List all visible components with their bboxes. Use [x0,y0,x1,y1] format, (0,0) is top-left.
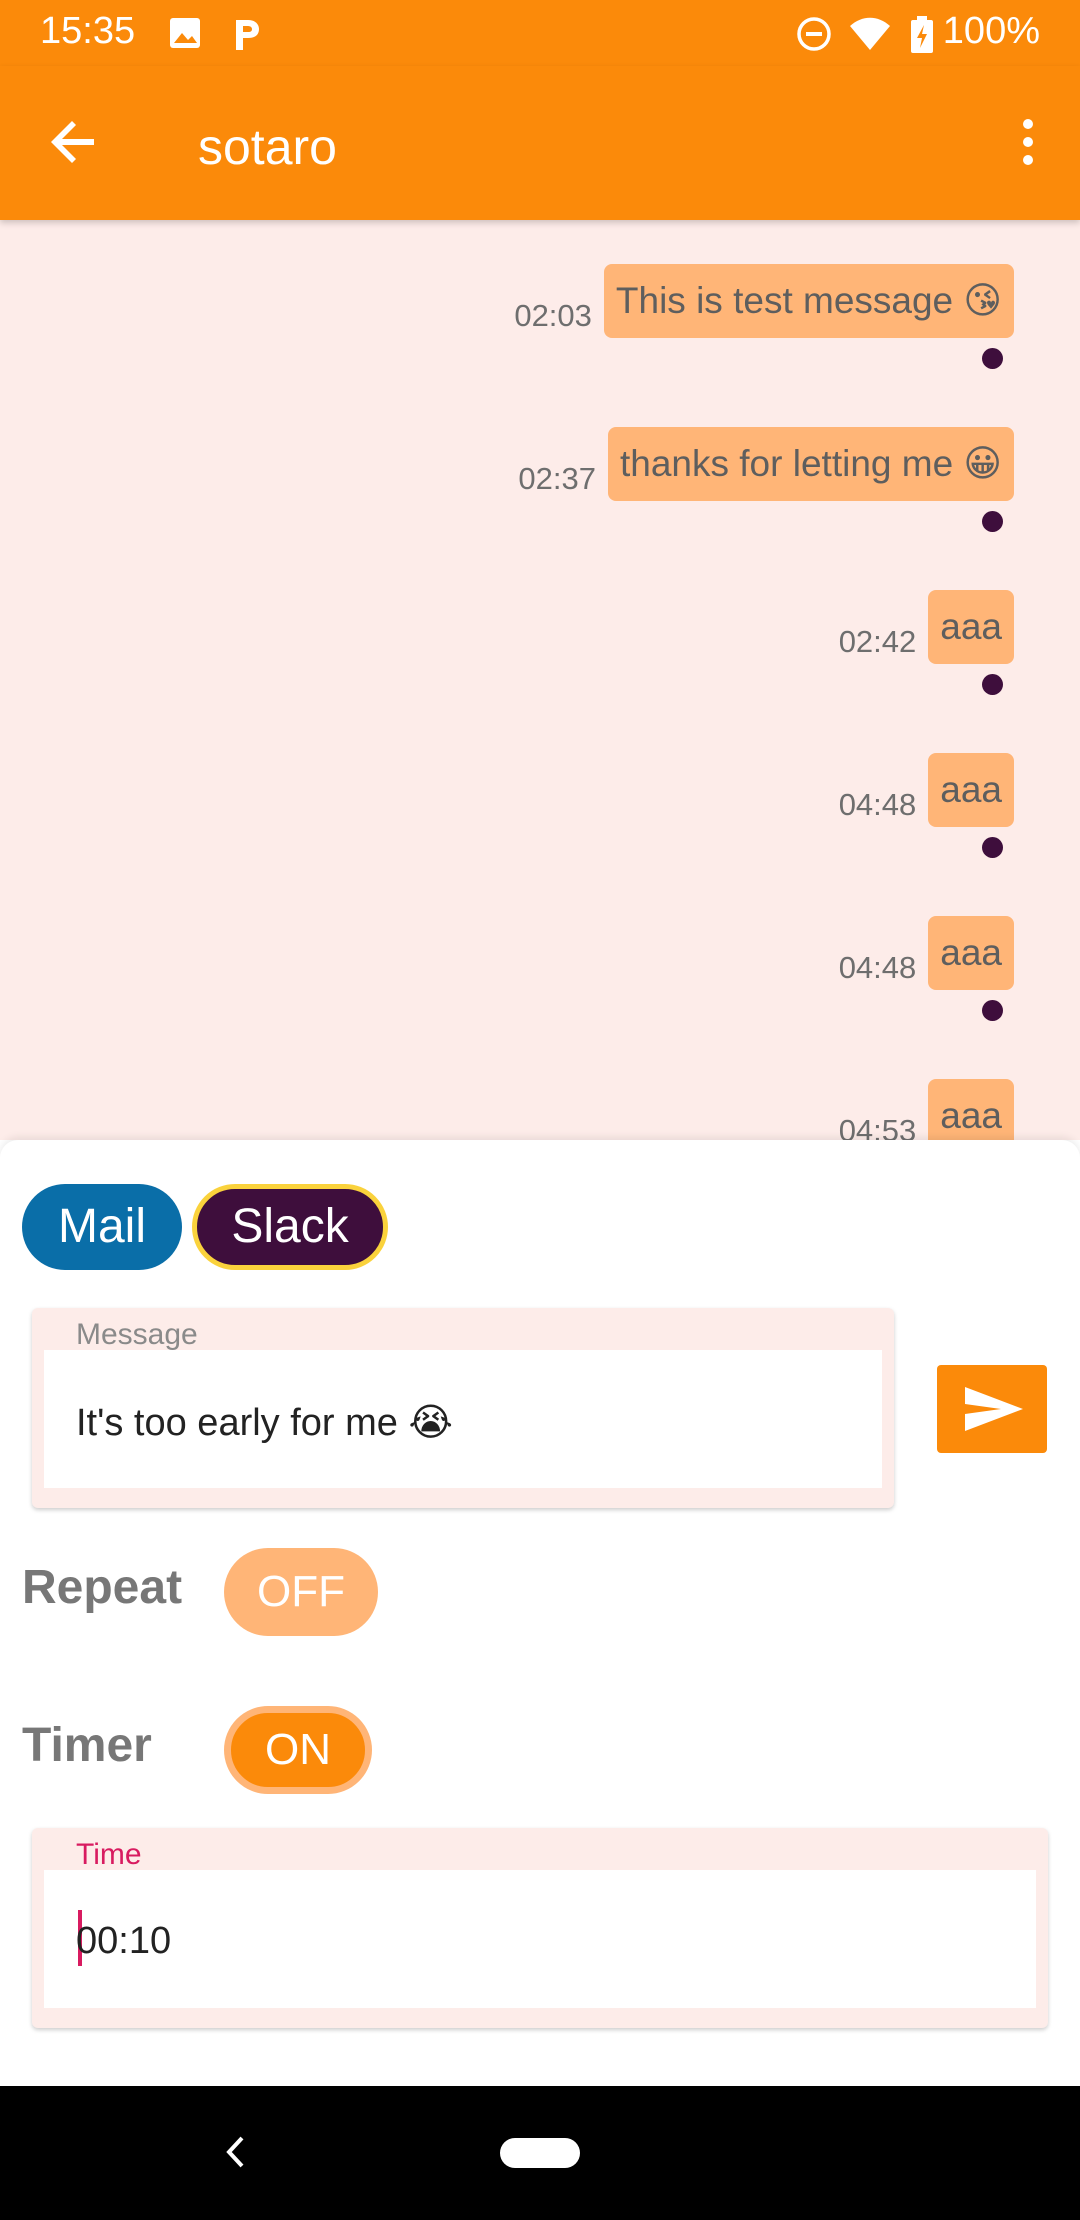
message-field: Message It's too early for me 😭 [32,1308,894,1508]
read-indicator [982,511,1003,532]
message-time: 02:42 [838,624,917,659]
message-time: 04:48 [838,950,917,985]
message-item: 02:42 aaa [839,590,1014,664]
timer-label: Timer [22,1719,152,1772]
dnd-icon [797,17,831,51]
status-time: 15:35 [40,10,136,52]
mail-chip[interactable]: Mail [22,1184,182,1270]
read-indicator [982,1000,1003,1021]
message-label: Message [76,1318,198,1351]
time-input-value: 00:10 [76,1920,172,1962]
message-bubble[interactable]: aaa [928,1079,1014,1140]
time-input[interactable]: 00:10 [44,1870,1036,2008]
time-label: Time [76,1838,142,1871]
message-bubble[interactable]: aaa [928,916,1014,990]
status-bar: 15:35 100% [0,0,1080,66]
time-field: Time 00:10 [32,1828,1048,2028]
message-time: 02:37 [518,461,596,496]
app-bar: sotaro [0,66,1080,220]
repeat-label: Repeat [22,1561,183,1614]
message-item: 04:53 aaa [839,1079,1014,1140]
battery-icon [911,16,933,53]
message-item: 04:48 aaa [839,916,1014,990]
message-bubble[interactable]: thanks for letting me 😀 [607,427,1014,501]
wifi-icon [850,17,890,50]
slack-chip[interactable]: Slack [192,1184,388,1270]
compose-panel: Mail Slack Message It's too early for me… [0,1140,1080,2086]
message-item: 04:48 aaa [839,753,1014,827]
nav-back-icon[interactable] [220,2132,250,2172]
message-list[interactable]: 02:03 This is test message 😘 02:37 thank… [0,220,1080,1140]
message-time: 04:53 [838,1113,917,1140]
send-button[interactable] [937,1365,1047,1453]
read-indicator [982,837,1003,858]
image-icon [170,18,200,48]
message-time: 02:03 [514,298,592,333]
message-item: 02:37 thanks for letting me 😀 [518,427,1014,501]
message-bubble[interactable]: aaa [928,753,1014,827]
message-bubble[interactable]: This is test message 😘 [603,264,1014,338]
more-vert-icon[interactable] [1006,112,1050,172]
page-title: sotaro [198,119,337,175]
message-item: 02:03 This is test message 😘 [514,264,1014,338]
read-indicator [982,348,1003,369]
nav-home-button[interactable] [500,2138,580,2168]
parking-icon [236,20,259,50]
message-bubble[interactable]: aaa [928,590,1014,664]
timer-toggle[interactable]: ON [224,1706,372,1794]
read-indicator [982,674,1003,695]
repeat-toggle[interactable]: OFF [224,1548,378,1636]
message-input-value: It's too early for me 😭 [76,1402,453,1444]
message-input[interactable]: It's too early for me 😭 [44,1350,882,1488]
message-time: 04:48 [838,787,917,822]
battery-percent: 100% [942,10,1040,52]
navigation-bar [0,2086,1080,2220]
arrow-back-icon[interactable] [44,112,104,172]
send-icon [965,1387,1023,1431]
